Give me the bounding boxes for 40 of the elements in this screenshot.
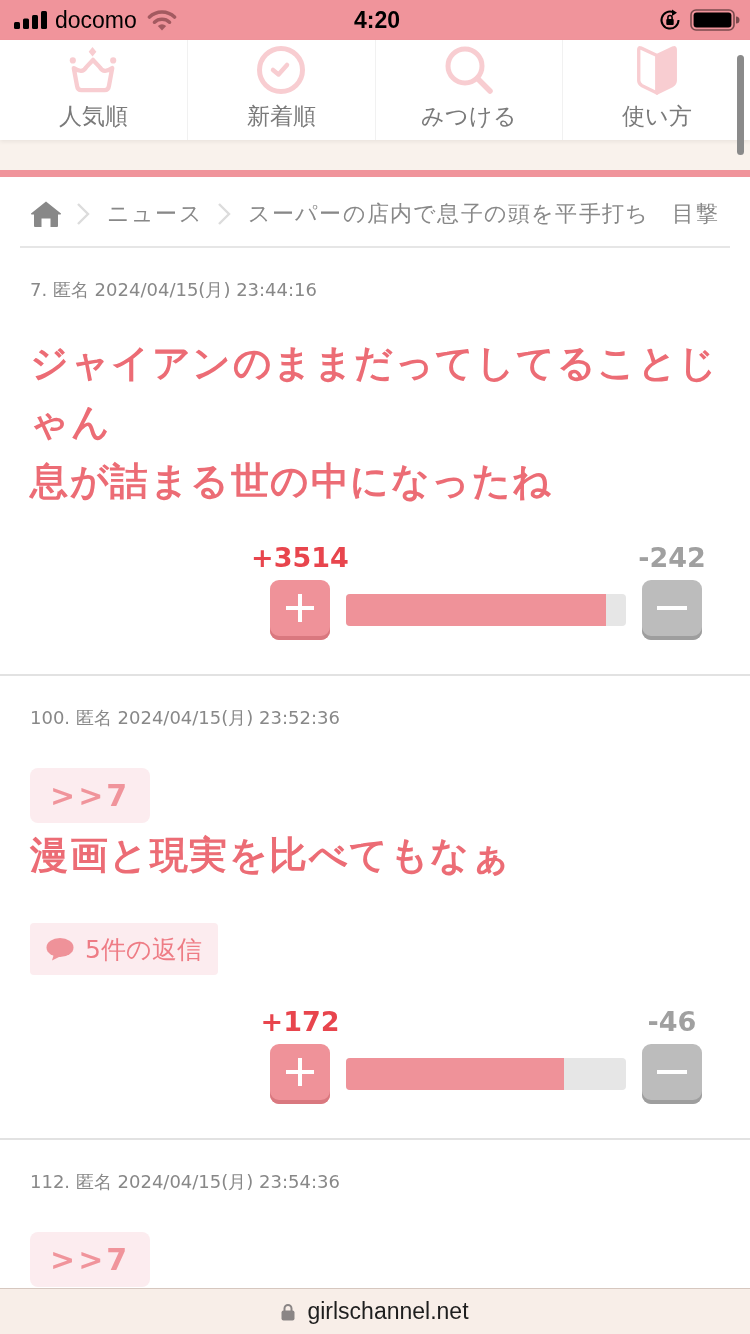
- lock-icon: [281, 1302, 296, 1321]
- nav-tab[interactable]: 使い方: [563, 40, 750, 140]
- search-icon: [443, 45, 494, 95]
- plus-count: +172: [260, 1005, 340, 1039]
- minus-count: -46: [647, 1005, 697, 1039]
- plus-icon: [285, 593, 315, 623]
- comment-meta: 112. 匿名 2024/04/15(月) 23:54:36: [30, 1170, 341, 1194]
- signal-icon: [14, 11, 48, 29]
- wifi-icon: [146, 9, 177, 31]
- chevron-icon: [76, 201, 90, 226]
- clock-icon: [256, 45, 307, 95]
- breadcrumb-link[interactable]: ニュース: [107, 198, 203, 229]
- nav-tab[interactable]: 新着順: [187, 40, 376, 140]
- comment-text: ジャイアンのままだってしてることじゃん: [30, 340, 720, 446]
- chevron-icon: [216, 201, 231, 226]
- minus-button[interactable]: [642, 580, 702, 640]
- comment-text: 息が詰まる世の中になったね: [30, 458, 554, 505]
- plus-button[interactable]: [270, 580, 330, 640]
- replies-button[interactable]: 5件の返信: [30, 923, 218, 975]
- speech-bubble-icon: [46, 937, 74, 961]
- nav-tab[interactable]: みつける: [375, 40, 564, 140]
- minus-icon: [657, 1070, 687, 1074]
- breadcrumb-link[interactable]: スーパーの店内で息子の頭を平手打ち 目撃: [247, 198, 719, 229]
- comment-meta: 7. 匿名 2024/04/15(月) 23:44:16: [30, 278, 318, 302]
- clock-time: 4:20: [353, 6, 400, 34]
- home-icon[interactable]: [30, 199, 62, 228]
- plus-button[interactable]: [270, 1044, 330, 1104]
- comment-text: 漫画と現実を比べてもなぁ: [30, 832, 512, 879]
- minus-icon: [657, 606, 687, 610]
- crown-icon: [68, 45, 119, 95]
- plus-count: +3514: [251, 541, 349, 575]
- address-bar[interactable]: girlschannel.net: [0, 1288, 750, 1334]
- minus-count: -242: [638, 541, 706, 575]
- minus-button[interactable]: [642, 1044, 702, 1104]
- carrier-name: docomo: [55, 6, 137, 34]
- nav-tab[interactable]: 人気順: [0, 40, 188, 140]
- battery-icon: [690, 9, 740, 31]
- orientation-lock-icon: [658, 8, 682, 32]
- plus-icon: [285, 1057, 315, 1087]
- comment-meta: 100. 匿名 2024/04/15(月) 23:52:36: [30, 706, 341, 730]
